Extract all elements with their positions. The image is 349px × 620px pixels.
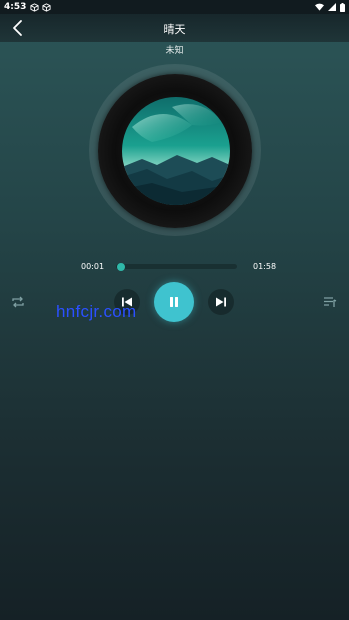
progress-track[interactable] [116,262,237,271]
progress-thumb[interactable] [117,262,126,271]
album-cover-image [122,97,230,205]
song-title: 晴天 [163,23,186,36]
play-pause-button[interactable] [154,282,194,322]
playlist-icon [324,297,337,307]
repeat-icon [12,296,24,308]
total-time: 01:58 [253,262,277,271]
repeat-button[interactable] [11,294,25,313]
signal-icon [328,3,336,11]
next-button[interactable] [208,289,234,315]
status-time: 4:53 [4,2,27,12]
pause-icon [170,297,178,307]
album-cover [122,97,230,205]
app-bar: 晴天 [0,14,349,42]
status-bar: 4:53 [0,0,349,14]
cube-outline-icon [42,2,51,12]
cube-icon [30,2,39,12]
song-artist: 未知 [165,46,184,56]
skip-next-icon [216,297,226,307]
progress-row: 00:01 01:58 [0,258,349,274]
battery-icon [340,2,345,12]
watermark-text: hnfcjr.com [56,302,137,321]
wifi-icon [315,3,324,11]
music-player-screen: 4:53 晴天 未知 00:01 01:58 hnfcjr.com [0,0,349,620]
current-time: 00:01 [81,262,105,271]
playlist-button[interactable] [323,294,337,313]
